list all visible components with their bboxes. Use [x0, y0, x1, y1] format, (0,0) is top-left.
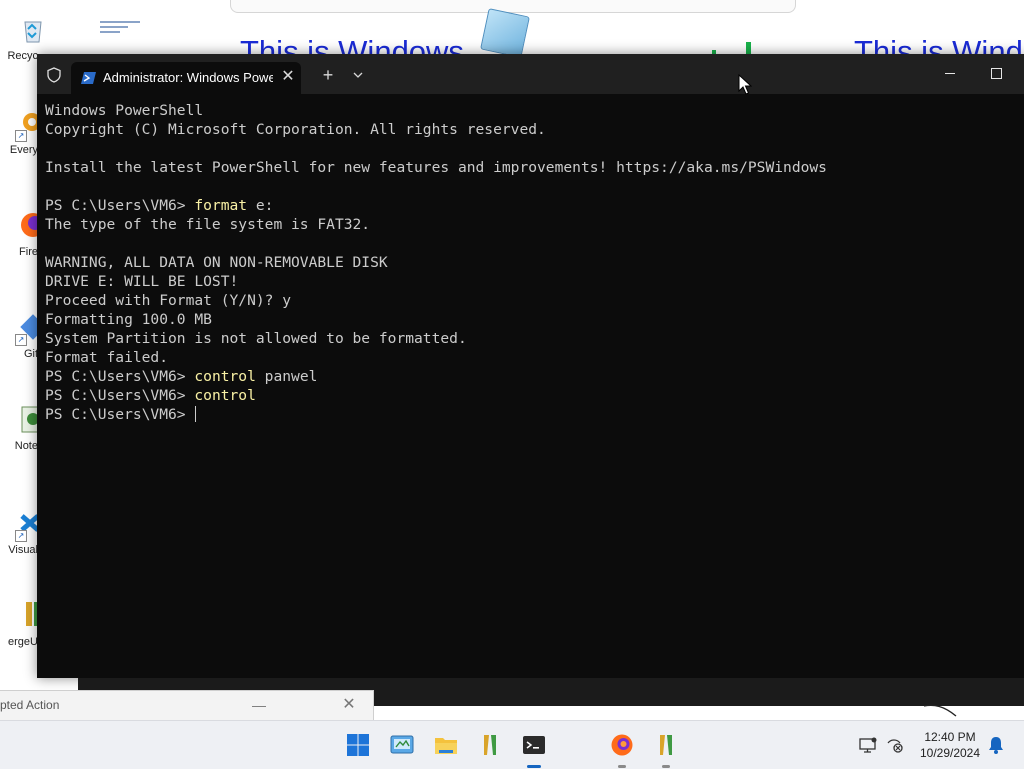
windows-start-icon: [347, 734, 369, 756]
output-text: Copyright (C) Microsoft Corporation. All…: [45, 121, 546, 138]
notification-bell-icon[interactable]: [986, 735, 1006, 755]
command-args: panwel: [255, 368, 318, 385]
command-name: control: [194, 368, 256, 385]
tab-title: Administrator: Windows PowerShell: [103, 70, 273, 85]
console-output-line: Copyright (C) Microsoft Corporation. All…: [45, 120, 1015, 139]
desktop-icon-label: Recyc: [7, 50, 38, 62]
background-notepad-icon: [480, 8, 530, 58]
output-text: WARNING, ALL DATA ON NON-REMOVABLE DISK: [45, 254, 388, 271]
partial-window-title: pted Action: [0, 698, 60, 712]
desktop-icon-label: Note: [14, 440, 38, 452]
control-panel-button[interactable]: [386, 729, 418, 761]
winmerge-icon: [660, 735, 672, 755]
prompt-text: PS C:\Users\VM6>: [45, 387, 195, 404]
desktop-icon-label: Git: [23, 348, 38, 360]
minimize-icon[interactable]: —: [250, 696, 268, 714]
clock-time: 12:40 PM: [924, 730, 976, 744]
console-output-line: Format failed.: [45, 348, 1015, 367]
console-output-line: DRIVE E: WILL BE LOST!: [45, 272, 1015, 291]
shortcut-arrow-icon: ↗: [15, 130, 27, 142]
prompt-text: PS C:\Users\VM6>: [45, 197, 195, 214]
command-name: format: [194, 197, 248, 214]
chevron-down-icon[interactable]: [349, 66, 367, 84]
partial-dialog-window[interactable]: pted Action — ✕: [0, 690, 374, 721]
firefox-icon: [611, 734, 633, 756]
network-disconnected-icon[interactable]: [885, 735, 905, 755]
control-panel-icon: [390, 735, 414, 754]
console-prompt-line: PS C:\Users\VM6>: [45, 405, 1015, 424]
winmerge-2-button[interactable]: [650, 729, 682, 768]
console-output-line: The type of the file system is FAT32.: [45, 215, 1015, 234]
close-icon[interactable]: ✕: [340, 696, 358, 714]
output-text: DRIVE E: WILL BE LOST!: [45, 273, 239, 290]
terminal-titlebar[interactable]: Administrator: Windows PowerShell ✕ +: [37, 54, 1024, 94]
winmerge-button[interactable]: [474, 729, 506, 761]
console-output-line: Install the latest PowerShell for new fe…: [45, 158, 1015, 177]
command-name: control: [194, 387, 256, 404]
desktop-icon-label: Fire: [19, 246, 38, 258]
start-button[interactable]: [342, 729, 374, 761]
file-explorer-button[interactable]: [430, 729, 462, 761]
tab-powershell[interactable]: Administrator: Windows PowerShell ✕: [71, 62, 301, 94]
console-output-line: WARNING, ALL DATA ON NON-REMOVABLE DISK: [45, 253, 1015, 272]
mouse-pointer-icon: [738, 74, 752, 95]
background-window-frame: [230, 0, 796, 13]
display-notification-icon[interactable]: [858, 735, 878, 755]
output-text: System Partition is not allowed to be fo…: [45, 330, 467, 347]
taskbar-clock[interactable]: 12:40 PM 10/29/2024: [912, 729, 988, 761]
console-output-line: Formatting 100.0 MB: [45, 310, 1015, 329]
firefox-button[interactable]: [606, 729, 638, 768]
maximize-button[interactable]: [979, 62, 1013, 84]
output-text: Formatting 100.0 MB: [45, 311, 212, 328]
background-document-thumbnail: [100, 18, 140, 42]
cable-icon: [923, 704, 957, 717]
new-tab-icon[interactable]: +: [319, 66, 337, 84]
shortcut-arrow-icon: ↗: [15, 530, 27, 542]
console-prompt-line: PS C:\Users\VM6> control panwel: [45, 367, 1015, 386]
text-cursor: [195, 406, 197, 422]
powershell-icon: [81, 72, 96, 84]
terminal-button[interactable]: [518, 729, 550, 768]
console-prompt-line: PS C:\Users\VM6> control: [45, 386, 1015, 405]
output-text: Windows PowerShell: [45, 102, 204, 119]
admin-shield-icon[interactable]: [45, 66, 63, 84]
prompt-text: PS C:\Users\VM6>: [45, 368, 195, 385]
winmerge-icon: [484, 735, 496, 755]
output-text: Proceed with Format (Y/N)? y: [45, 292, 292, 309]
desktop-icon-label: Every: [9, 144, 38, 156]
clock-date: 10/29/2024: [919, 746, 981, 760]
console-output-line: Windows PowerShell: [45, 101, 1015, 120]
close-tab-icon[interactable]: ✕: [279, 68, 297, 86]
terminal-window[interactable]: Administrator: Windows PowerShell ✕ + Wi…: [37, 54, 1024, 678]
output-text: The type of the file system is FAT32.: [45, 216, 371, 233]
output-text: Format failed.: [45, 349, 169, 366]
desktop-icon-label: Visual: [8, 544, 38, 556]
output-text: Install the latest PowerShell for new fe…: [45, 159, 827, 176]
terminal-output[interactable]: Windows PowerShell Copyright (C) Microsof…: [45, 101, 1015, 671]
taskbar: 12:40 PM 10/29/2024: [0, 720, 1024, 769]
desktop-icon-label: ergeU: [8, 636, 38, 648]
console-output-line: Proceed with Format (Y/N)? y: [45, 291, 1015, 310]
prompt-text: PS C:\Users\VM6>: [45, 406, 195, 423]
console-prompt-line: PS C:\Users\VM6> format e:: [45, 196, 1015, 215]
folder-icon: [435, 738, 457, 754]
command-args: e:: [247, 197, 274, 214]
minimize-button[interactable]: [933, 62, 967, 84]
terminal-icon: [523, 736, 545, 754]
console-output-line: System Partition is not allowed to be fo…: [45, 329, 1015, 348]
recycle-bin-icon: [24, 21, 42, 43]
shortcut-arrow-icon: ↗: [15, 334, 27, 346]
